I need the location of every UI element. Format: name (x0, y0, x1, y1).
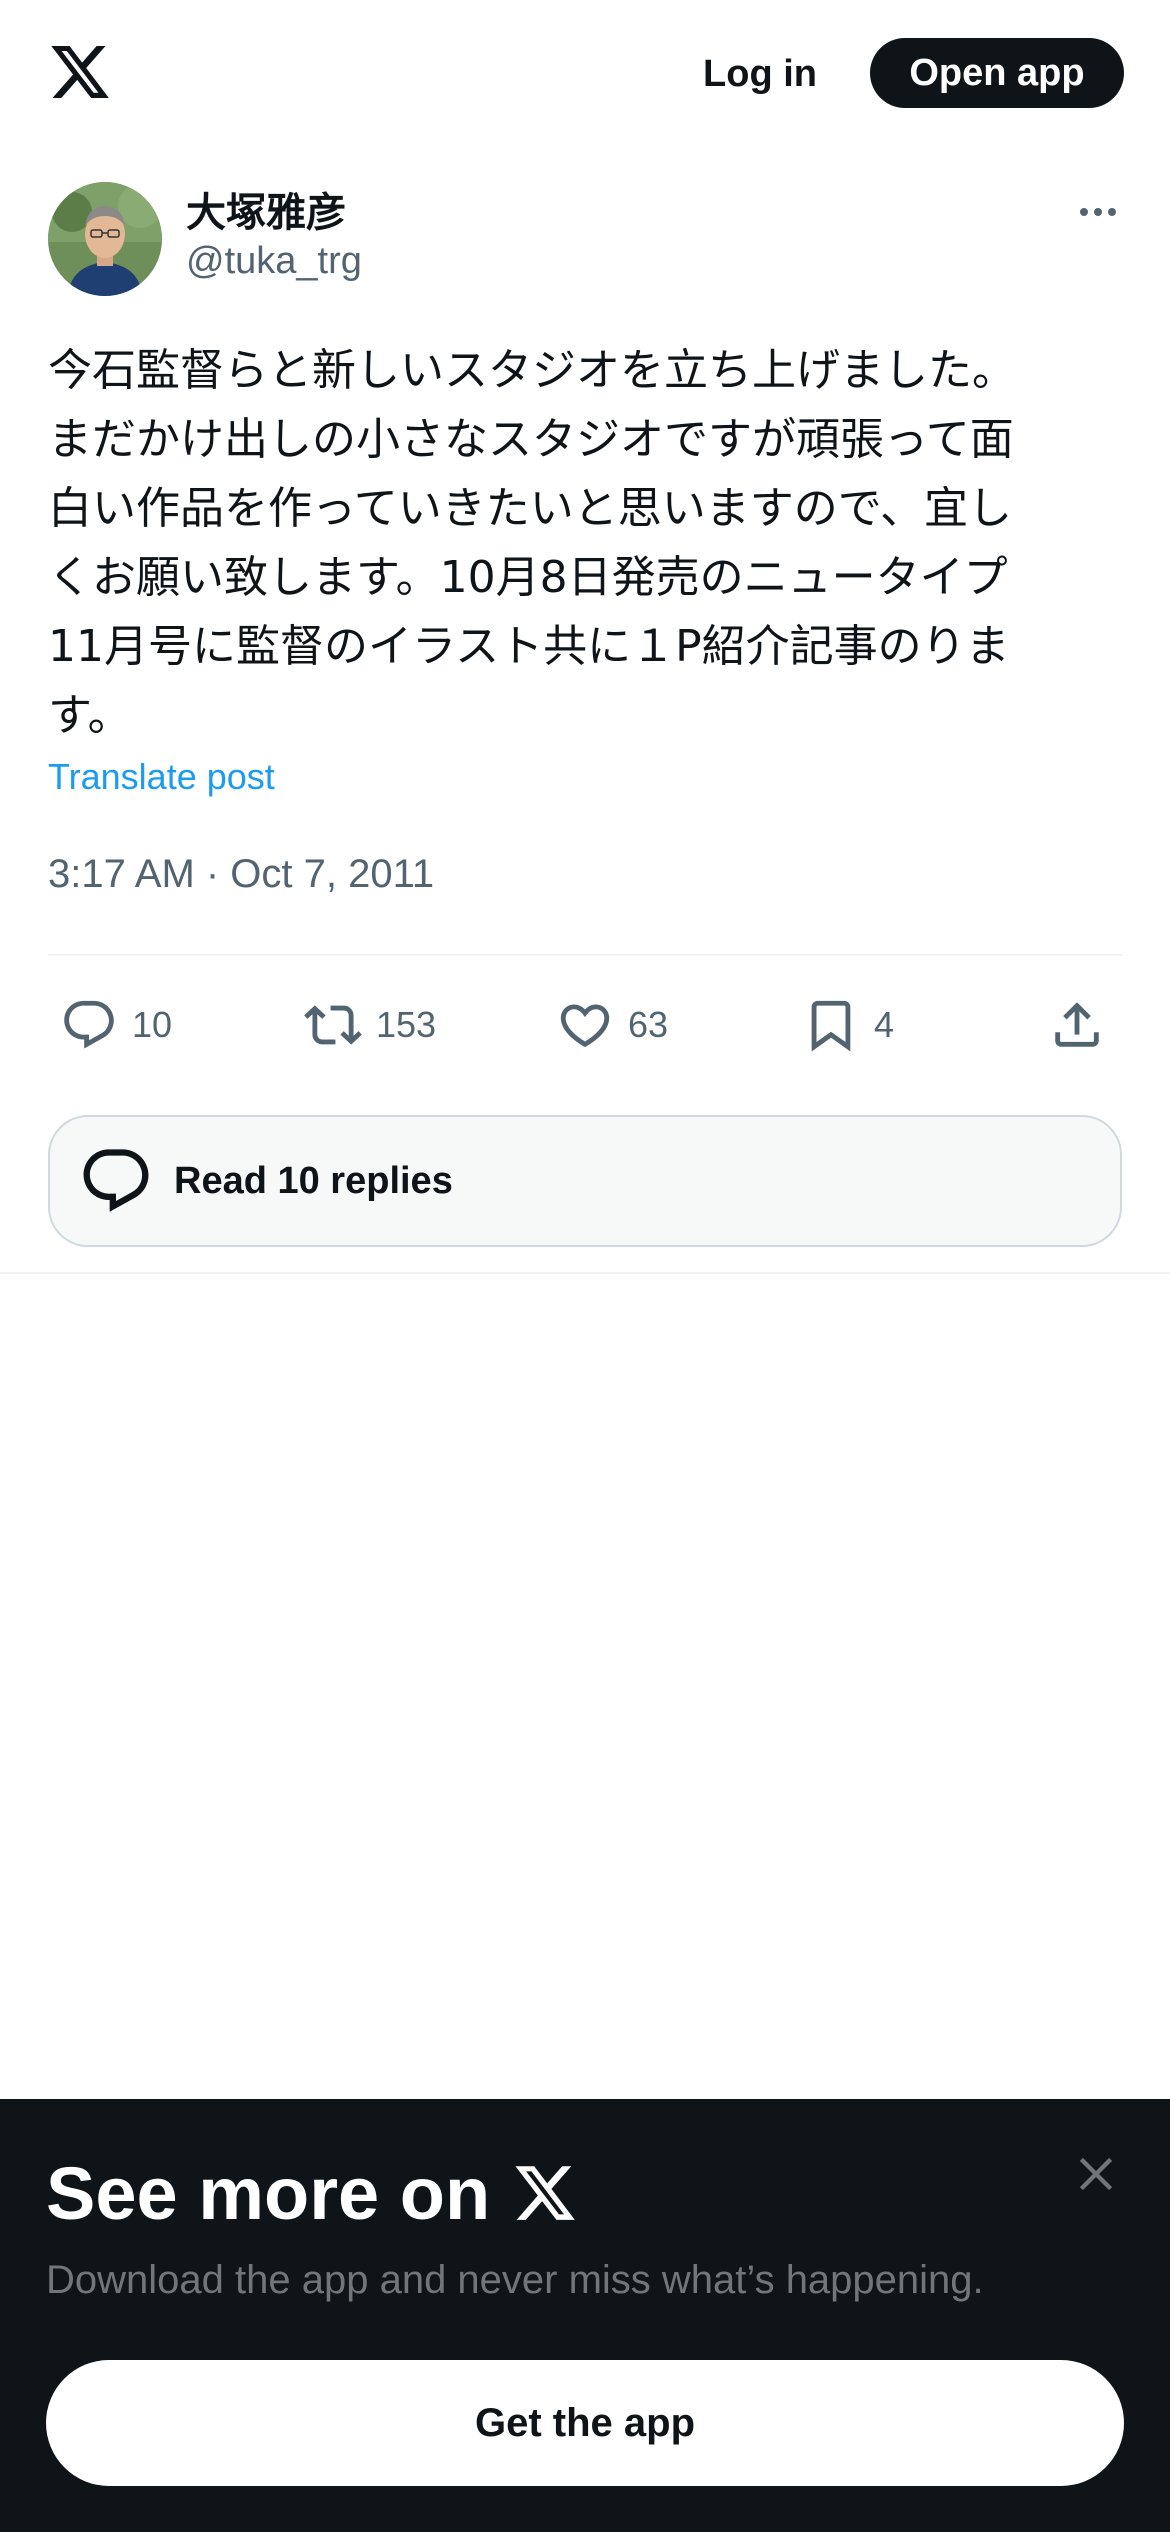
like-count: 63 (628, 1004, 669, 1045)
like-button[interactable]: 63 (556, 990, 668, 1060)
sheet-title-text: See more on (46, 2151, 491, 2235)
reply-count: 10 (132, 1004, 173, 1045)
tweet-timestamp[interactable]: 3:17 AM · Oct 7, 2011 (48, 852, 434, 897)
bookmark-icon (811, 1000, 851, 1052)
x-logo-icon[interactable] (48, 40, 112, 104)
section-divider (0, 1272, 1170, 1274)
bookmark-button[interactable]: 4 (802, 990, 894, 1060)
read-replies-label: Read 10 replies (174, 1159, 453, 1202)
share-icon (1055, 1002, 1099, 1047)
sheet-subtitle: Download the app and never miss what’s h… (46, 2258, 984, 2302)
reply-icon (64, 1000, 114, 1049)
heart-icon (560, 1004, 610, 1048)
top-bar: Log in Open app (0, 0, 1170, 150)
x-logo-icon (515, 2166, 575, 2220)
share-button[interactable] (1048, 990, 1106, 1060)
repost-button[interactable]: 153 (304, 990, 436, 1060)
more-options-icon[interactable] (1070, 190, 1126, 234)
login-button[interactable]: Log in (690, 46, 830, 102)
avatar[interactable] (48, 182, 162, 296)
page: Log in Open app 大塚雅彦 @tuka_trg 今石監督らと新しい… (0, 0, 1170, 2532)
repost-icon (304, 1005, 362, 1045)
open-app-button[interactable]: Open app (870, 38, 1124, 108)
close-icon[interactable] (1070, 2148, 1122, 2204)
read-replies-button[interactable]: Read 10 replies (48, 1115, 1122, 1247)
replies-bubble-icon (83, 1149, 149, 1212)
sheet-title: See more on (46, 2148, 578, 2238)
translate-post-link[interactable]: Translate post (48, 756, 275, 798)
author-name[interactable]: 大塚雅彦 (186, 180, 346, 238)
divider (48, 954, 1122, 956)
repost-count: 153 (376, 1004, 437, 1045)
tweet-text: 今石監督らと新しいスタジオを立ち上げました。 まだかけ出しの小さなスタジオですが… (48, 345, 1016, 741)
bookmark-count: 4 (874, 1004, 895, 1045)
reply-button[interactable]: 10 (60, 990, 172, 1060)
get-the-app-button[interactable]: Get the app (46, 2360, 1124, 2486)
author-handle[interactable]: @tuka_trg (186, 240, 362, 283)
